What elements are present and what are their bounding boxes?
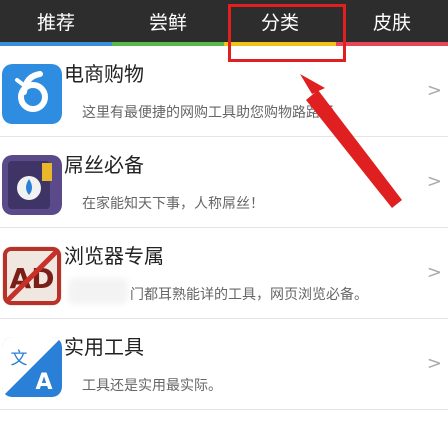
chevron-right-icon: > (426, 171, 442, 192)
shopping-app-icon (2, 64, 62, 124)
tab-label: 分类 (260, 11, 299, 34)
item-title: 实用工具 (64, 335, 144, 359)
item-desc: 在家能知天下事，人称屌丝！ (82, 196, 264, 212)
item-desc: 门都耳熟能详的工具，网页浏览必备。 (130, 287, 368, 303)
essentials-app-icon (2, 155, 62, 215)
item-desc: 工具还是实用最实际。 (82, 378, 222, 394)
list-item-partial (0, 410, 448, 424)
tab-category[interactable]: 分类 (224, 0, 336, 46)
item-title: 屌丝必备 (64, 153, 144, 177)
list-item-browser[interactable]: AD 浏览器专属 门都耳熟能详的工具，网页浏览必备。 > (0, 228, 448, 319)
tab-label: 尝鲜 (148, 11, 187, 34)
item-title: 电商购物 (64, 62, 144, 86)
list-item-shopping[interactable]: 电商购物 这里有最便捷的网购工具助您购物路路通 > (0, 46, 448, 137)
tab-label: 推荐 (36, 11, 75, 34)
tab-label: 皮肤 (372, 11, 411, 34)
list-item-tools[interactable]: 文 A 实用工具 工具还是实用最实际。 > (0, 319, 448, 410)
adblock-app-icon: AD (2, 246, 62, 306)
category-list: 电商购物 这里有最便捷的网购工具助您购物路路通 > 屌丝必备 在家能知天下事，人… (0, 46, 448, 410)
item-title: 浏览器专属 (64, 244, 164, 268)
chevron-right-icon: > (426, 353, 442, 374)
translate-app-icon: 文 A (2, 337, 62, 397)
tab-skin[interactable]: 皮肤 (336, 0, 448, 46)
icon-text: 文 (11, 349, 28, 369)
redacted-area (68, 278, 128, 304)
chevron-right-icon: > (426, 262, 442, 283)
tab-try-new[interactable]: 尝鲜 (112, 0, 224, 46)
chevron-right-icon: > (426, 80, 442, 101)
icon-text: A (35, 370, 52, 395)
list-item-essentials[interactable]: 屌丝必备 在家能知天下事，人称屌丝！ > (0, 137, 448, 228)
tab-recommend[interactable]: 推荐 (0, 0, 112, 46)
tab-bar: 推荐 尝鲜 分类 皮肤 (0, 0, 448, 46)
item-desc: 这里有最便捷的网购工具助您购物路路通 (82, 105, 334, 121)
